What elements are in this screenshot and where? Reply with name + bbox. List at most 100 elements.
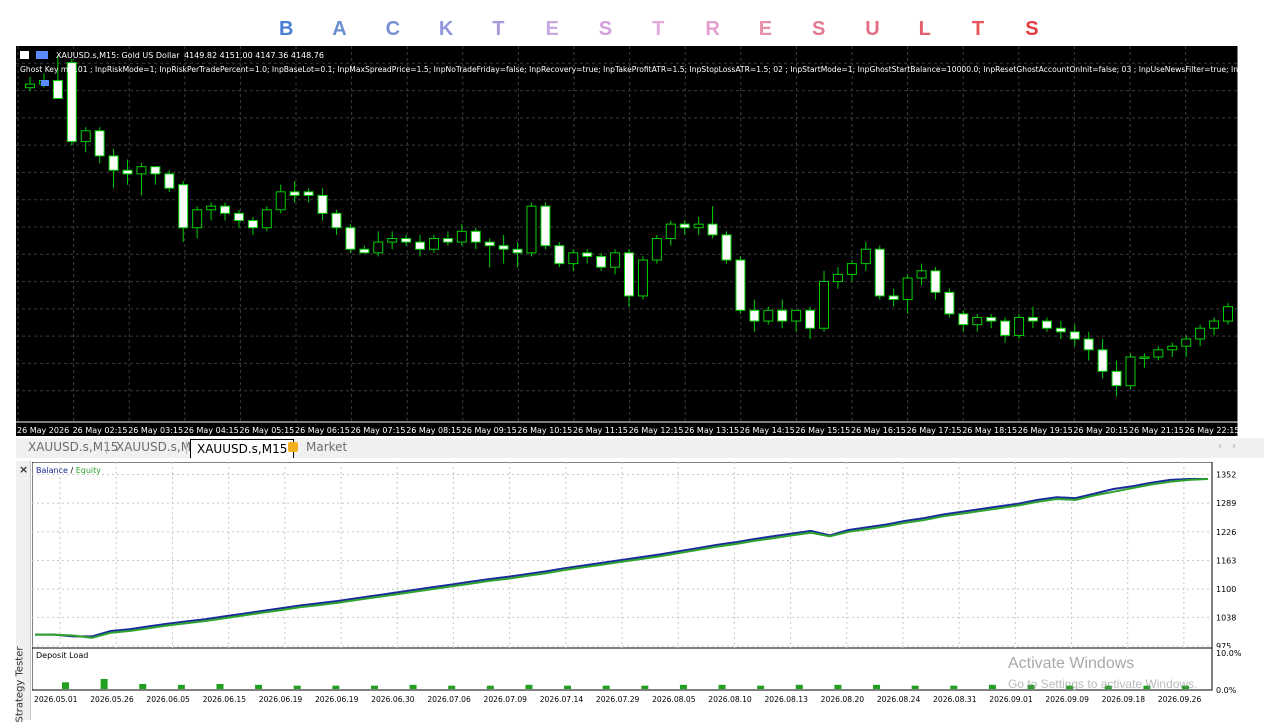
chart-tab[interactable]: XAUUSD.s,M15 [190, 439, 295, 458]
deposit-load-bar [525, 684, 533, 689]
deposit-load-bar [177, 684, 185, 689]
chart-header: XAUUSD.s,M15: Gold US Dollar 4149.82 4151… [20, 51, 1254, 86]
candle-body [233, 212, 244, 222]
candle-body [693, 223, 704, 229]
chart-tab[interactable]: XAUUSD.s,M15 [22, 438, 124, 456]
chart-tab-label: Market [306, 440, 348, 454]
deposit-load-bar [873, 684, 881, 689]
candle-body [791, 309, 802, 322]
candle-body [498, 245, 509, 250]
candle-body [874, 248, 885, 297]
candle-body [902, 277, 913, 301]
date-tick-label: 2026.08.05 [652, 695, 696, 704]
candle-body [1111, 370, 1122, 387]
banner-letter: E [758, 18, 773, 40]
deposit-load-bar [448, 685, 456, 689]
time-tick-label: 26 May 10:15 [517, 426, 572, 435]
time-tick-label: 26 May 19:15 [1018, 426, 1073, 435]
deposit-load-bar [988, 684, 996, 689]
time-tick-label: 26 May 03:15 [128, 426, 183, 435]
candle-body [456, 230, 467, 243]
date-tick-label: 2026.06.30 [371, 695, 415, 704]
candle-body [721, 234, 732, 261]
deposit-load-bar [718, 684, 726, 689]
candle-body [220, 205, 231, 214]
candle-body [206, 205, 217, 211]
price-tick-label: 4496.20 [1242, 359, 1273, 368]
time-tick-label: 26 May 14:15 [740, 426, 795, 435]
date-tick-label: 2026.07.14 [540, 695, 584, 704]
banner-letter: T [971, 18, 985, 40]
banner-letter: B [279, 18, 294, 40]
candle-body [261, 209, 272, 229]
equity-y-tick-label: 1100 [1216, 585, 1236, 594]
deposit-load-bar [602, 685, 610, 689]
time-tick-label: 26 May 18:15 [962, 426, 1017, 435]
candle-body [192, 209, 203, 229]
candle-body [401, 237, 412, 243]
equity-y-tick-label: 1289 [1216, 499, 1236, 508]
candle-body [94, 130, 105, 157]
price-chart[interactable]: 4579.80 4572.20 4564.60 4557.00 4549.40 4541.… [16, 46, 1273, 436]
deposit-load-title: Deposit Load [36, 651, 88, 660]
deposit-max-label: 10.0% [1216, 649, 1242, 658]
chart-tab[interactable]: Market [282, 438, 353, 456]
candle-body [637, 259, 648, 297]
candle-body [805, 309, 816, 329]
equity-y-tick-label: 1226 [1216, 528, 1236, 537]
price-tick-label: 4519.00 [1242, 278, 1273, 287]
candle-body [1000, 320, 1011, 336]
date-tick-label: 2026.06.19 [259, 695, 303, 704]
time-tick-label: 26 May 17:15 [907, 426, 962, 435]
candle-body [944, 291, 955, 315]
candle-body [610, 252, 621, 268]
price-grid [16, 46, 1238, 422]
price-tick-label: 4526.60 [1242, 250, 1273, 259]
deposit-load-bar [332, 685, 340, 689]
ea-smiley-icon [41, 80, 49, 86]
candle-body [1195, 327, 1206, 340]
price-chart-canvas[interactable]: 4579.804572.204564.604557.004549.404541.… [16, 46, 1280, 436]
price-tick-label: 4572.20 [1242, 87, 1273, 96]
market-icon [288, 442, 298, 452]
banner-letter: L [918, 18, 931, 40]
candle-body [52, 80, 63, 99]
candle-body [554, 245, 565, 265]
candle-body [596, 255, 607, 268]
date-tick-label: 2026.08.24 [877, 695, 921, 704]
date-tick-label: 2026.05.01 [34, 695, 78, 704]
deposit-load-bar [62, 682, 69, 689]
candle-body [958, 313, 969, 326]
time-tick-label: 26 May 21:15 [1129, 426, 1184, 435]
chart-type-icon[interactable] [36, 51, 48, 59]
chart-grid-icon[interactable] [20, 51, 29, 59]
candle-body [582, 252, 593, 257]
candle-body [1209, 320, 1220, 329]
tab-separator [186, 441, 187, 454]
candle-body [1167, 345, 1178, 351]
candle-body [442, 237, 453, 243]
price-tick-label: 4534.20 [1242, 223, 1273, 232]
legend-equity: Equity [76, 466, 102, 475]
date-tick-label: 2026.09.26 [1158, 695, 1202, 704]
candle-body [1027, 316, 1038, 322]
date-tick-label: 2026.07.29 [596, 695, 640, 704]
time-tick-label: 26 May 07:15 [351, 426, 406, 435]
tab-separator [106, 441, 107, 454]
deposit-load-bar [293, 685, 301, 689]
candle-body [568, 252, 579, 265]
price-tick-label: 4488.60 [1242, 387, 1273, 396]
activate-windows-subtitle: Go to Settings to activate Windows. [1008, 677, 1198, 691]
date-tick-label: 2026.08.10 [708, 695, 752, 704]
candle-body [512, 248, 523, 254]
candle-body [1153, 349, 1164, 358]
time-tick-label: 26 May 11:15 [573, 426, 628, 435]
balance-equity-graph[interactable]: 975103811001163122612891352Balance / Equ… [32, 462, 1264, 648]
deposit-load-bar [911, 685, 919, 689]
candle-body [164, 173, 175, 189]
tab-scroll-arrows-icon[interactable]: ‹› [1218, 441, 1246, 452]
deposit-load-bar [795, 684, 803, 689]
candle-body [1181, 338, 1192, 347]
close-icon[interactable]: × [19, 463, 28, 476]
candle-body [387, 237, 398, 243]
